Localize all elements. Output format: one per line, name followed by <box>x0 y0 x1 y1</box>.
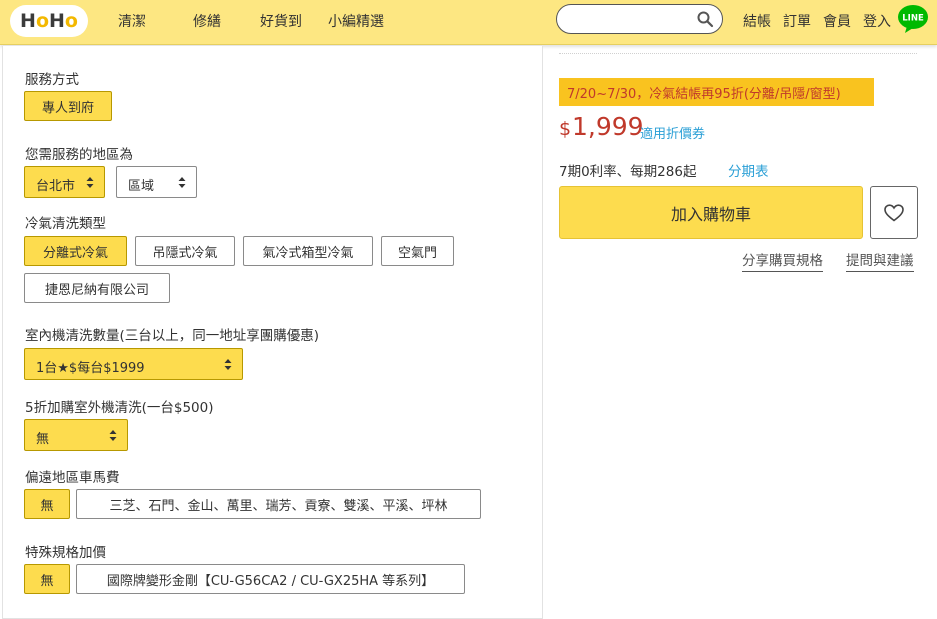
logo-letter: o <box>64 10 78 32</box>
add-to-cart-button[interactable]: 加入購物車 <box>559 186 863 239</box>
option-remote-none[interactable]: 無 <box>24 489 70 519</box>
nav-item-cleaning[interactable]: 清潔 <box>118 11 146 31</box>
nav-item-repair[interactable]: 修繕 <box>193 11 221 31</box>
checkout-link[interactable]: 結帳 <box>743 11 771 31</box>
line-icon[interactable]: LINE <box>897 4 929 34</box>
coupon-link[interactable]: 適用折價券 <box>640 123 705 142</box>
top-header: HoHo 清潔 修繕 好貨到 小編精選 結帳 訂單 會員 登入 LINE <box>0 0 937 45</box>
login-link[interactable]: 登入 <box>863 11 891 31</box>
option-company[interactable]: 捷恩尼納有限公司 <box>24 273 170 303</box>
indoor-qty-select[interactable]: 1台★$每台$1999 <box>24 348 243 380</box>
line-icon-label: LINE <box>902 14 924 24</box>
divider <box>559 53 917 54</box>
region-label: 您需服務的地區為 <box>25 147 133 163</box>
select-arrows-icon <box>86 177 94 188</box>
promo-text: 7/20~7/30，冷氣結帳再95折(分離/吊隱/窗型) <box>567 86 841 102</box>
outdoor-value: 無 <box>36 432 50 447</box>
search-box <box>556 4 723 34</box>
option-special-none[interactable]: 無 <box>24 564 70 594</box>
select-arrows-icon <box>224 359 232 370</box>
select-arrows-icon <box>178 177 186 188</box>
logo-letter: H <box>20 10 36 32</box>
service-method-label: 服務方式 <box>25 72 79 88</box>
option-onsite[interactable]: 專人到府 <box>24 91 112 121</box>
search-icon[interactable] <box>696 10 714 28</box>
logo-letter: H <box>49 10 65 32</box>
outdoor-label: 5折加購室外機清洗(一台$500) <box>25 400 214 416</box>
price-value: 1,999 <box>572 112 644 141</box>
option-ceiling-ac[interactable]: 吊隱式冷氣 <box>135 236 235 266</box>
installment-table-link[interactable]: 分期表 <box>728 160 769 180</box>
outdoor-select[interactable]: 無 <box>24 419 128 451</box>
heart-icon <box>884 203 904 222</box>
promo-banner: 7/20~7/30，冷氣結帳再95折(分離/吊隱/窗型) <box>559 78 874 106</box>
option-special-panasonic[interactable]: 國際牌變形金剛【CU-G56CA2 / CU-GX25HA 等系列】 <box>76 564 465 594</box>
price-currency: $ <box>559 118 572 140</box>
orders-link[interactable]: 訂單 <box>783 11 811 31</box>
option-split-ac[interactable]: 分離式冷氣 <box>24 236 127 266</box>
add-to-cart-label: 加入購物車 <box>670 204 751 224</box>
special-spec-label: 特殊規格加價 <box>25 545 106 561</box>
nav-item-goods[interactable]: 好貨到 <box>260 11 302 31</box>
share-spec-link[interactable]: 分享購買規格 <box>742 249 823 272</box>
ac-type-label: 冷氣清洗類型 <box>25 216 106 232</box>
option-remote-areas[interactable]: 三芝、石門、金山、萬里、瑞芳、貢寮、雙溪、平溪、坪林 <box>76 489 481 519</box>
indoor-qty-label: 室內機清洗數量(三台以上，同一地址享團購優惠) <box>25 328 320 344</box>
member-link[interactable]: 會員 <box>823 11 851 31</box>
city-select[interactable]: 台北市 <box>24 166 105 198</box>
ask-link[interactable]: 提問與建議 <box>846 249 914 272</box>
option-package-ac[interactable]: 氣冷式箱型冷氣 <box>243 236 373 266</box>
logo-letter: o <box>35 10 49 32</box>
indoor-qty-value: 1台★$每台$1999 <box>36 361 145 376</box>
nav-item-picks[interactable]: 小編精選 <box>328 11 384 31</box>
wishlist-button[interactable] <box>870 186 918 239</box>
district-select-value: 區域 <box>128 179 155 194</box>
city-select-value: 台北市 <box>36 179 76 194</box>
search-input[interactable] <box>569 10 693 30</box>
installment-text: 7期0利率、每期286起 <box>559 164 697 180</box>
district-select[interactable]: 區域 <box>116 166 197 198</box>
option-air-curtain[interactable]: 空氣門 <box>381 236 454 266</box>
remote-fee-label: 偏遠地區車馬費 <box>25 470 120 486</box>
hoho-logo[interactable]: HoHo <box>10 5 88 37</box>
select-arrows-icon <box>109 430 117 441</box>
